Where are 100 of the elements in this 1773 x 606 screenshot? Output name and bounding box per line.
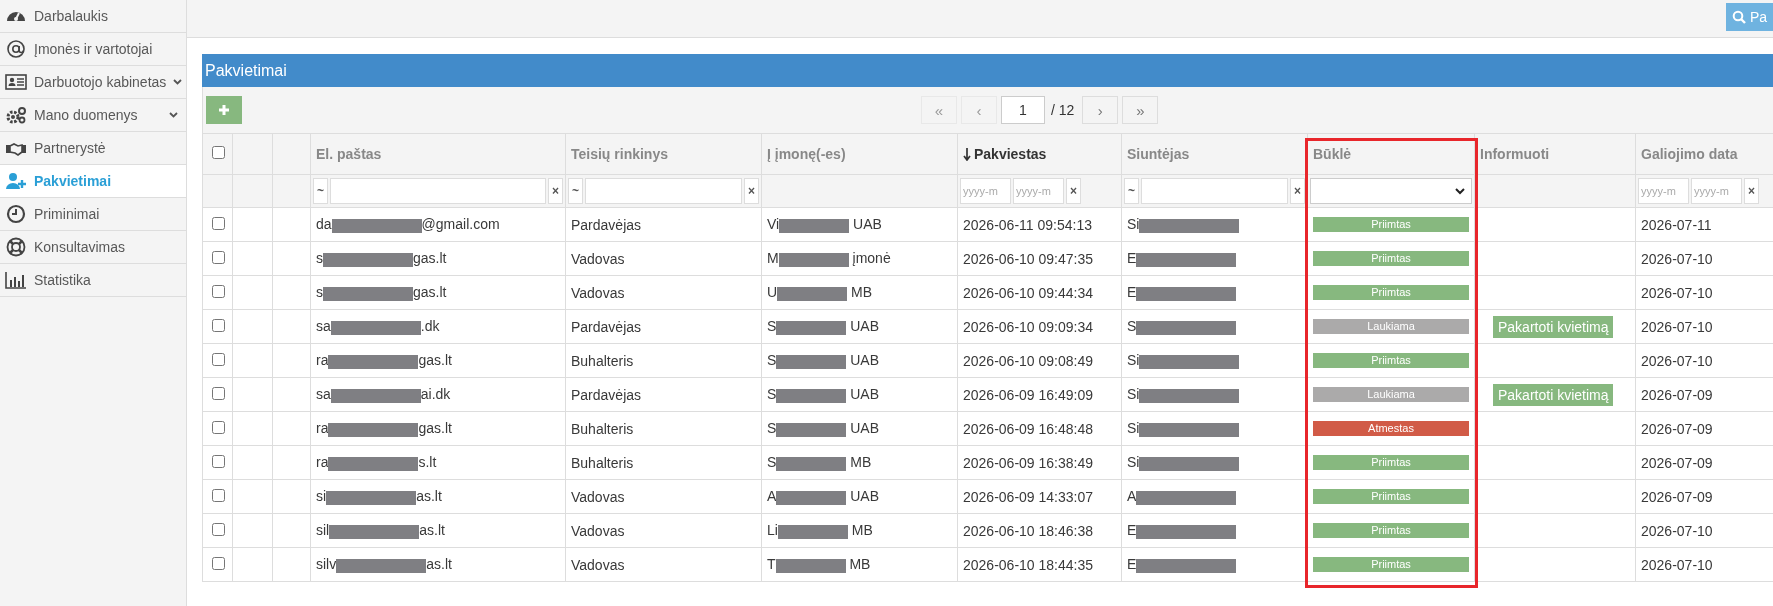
status-badge: Priimtas xyxy=(1313,489,1469,504)
row-checkbox[interactable] xyxy=(212,318,225,332)
redaction-bar xyxy=(778,252,849,267)
role-text: Vadovas xyxy=(571,250,625,267)
page-field[interactable]: 1 xyxy=(1001,96,1045,124)
role-text: Vadovas xyxy=(571,522,625,539)
clear-filter-button[interactable]: × xyxy=(1744,178,1759,204)
sidebar-item[interactable]: Priminimai xyxy=(0,198,186,231)
redaction-bar xyxy=(776,456,847,471)
row-checkbox[interactable] xyxy=(212,556,225,570)
row-checkbox[interactable] xyxy=(212,352,225,366)
role-text: Pardavėjas xyxy=(571,386,642,403)
invited-date: 2026-06-10 18:46:38 xyxy=(963,522,1093,539)
filter-field[interactable] xyxy=(585,178,742,204)
sidebar-item[interactable]: Darbalaukis xyxy=(0,0,186,33)
add-button[interactable] xyxy=(206,96,242,124)
clear-filter-button[interactable]: × xyxy=(744,178,759,204)
date-filter-field[interactable]: yyyy-m xyxy=(1013,178,1064,204)
row-checkbox[interactable] xyxy=(212,250,225,264)
sender-text-start: E xyxy=(1127,284,1137,301)
status-badge: Atmestas xyxy=(1313,421,1469,436)
email-text-start: ra xyxy=(316,454,329,471)
filter-mode-button[interactable]: ~ xyxy=(313,178,328,204)
email-text-start: silv xyxy=(316,556,337,573)
role-text: Pardavėjas xyxy=(571,216,642,233)
filter-mode-button[interactable]: ~ xyxy=(568,178,583,204)
filter-mode-button[interactable]: ~ xyxy=(1124,178,1139,204)
row-checkbox[interactable] xyxy=(212,488,225,502)
role-text: Vadovas xyxy=(571,488,625,505)
company-text-start: S xyxy=(767,352,777,369)
company-text-end: UAB xyxy=(849,352,880,369)
email-text-end: ai.dk xyxy=(420,386,451,403)
clear-filter-button[interactable]: × xyxy=(1066,178,1081,204)
redaction-bar xyxy=(776,490,847,505)
chevron-down-icon xyxy=(1455,187,1465,195)
row-checkbox[interactable] xyxy=(212,454,225,468)
sidebar-item[interactable]: Darbuotojo kabinetas xyxy=(0,66,186,99)
company-text-end: UAB xyxy=(849,420,880,437)
row-checkbox[interactable] xyxy=(212,386,225,400)
expiry-date: 2026-07-11 xyxy=(1641,216,1712,233)
email-text-end: .dk xyxy=(420,318,440,335)
expiry-date: 2026-07-10 xyxy=(1641,318,1713,335)
company-text-start: S xyxy=(767,386,777,403)
sender-text-start: Si xyxy=(1127,216,1140,233)
row-checkbox[interactable] xyxy=(212,420,225,434)
email-text-start: ra xyxy=(316,420,329,437)
email-text-start: si xyxy=(316,488,327,505)
sidebar-item[interactable]: Mano duomenys xyxy=(0,99,186,132)
search-icon xyxy=(1731,9,1746,24)
row-checkbox[interactable] xyxy=(212,216,225,230)
sidebar-item[interactable]: Konsultavimas xyxy=(0,231,186,264)
email-text-end: as.lt xyxy=(416,488,442,505)
row-checkbox[interactable] xyxy=(212,284,225,298)
email-text-end: as.lt xyxy=(419,522,445,539)
sidebar-item[interactable]: Statistika xyxy=(0,264,186,297)
email-text-start: sa xyxy=(316,318,331,335)
pagination-button[interactable]: › xyxy=(1082,96,1119,124)
date-filter-field[interactable]: yyyy-m xyxy=(1638,178,1689,204)
sender-text-start: A xyxy=(1127,488,1137,505)
pagination-button[interactable]: » xyxy=(1122,96,1159,124)
company-text-start: S xyxy=(767,318,777,335)
email-text-end: gas.lt xyxy=(418,420,452,437)
status-badge: Laukiama xyxy=(1313,319,1469,334)
email-text-end: @gmail.com xyxy=(421,216,500,233)
redaction-bar xyxy=(779,218,850,233)
date-filter-field[interactable]: yyyy-m xyxy=(960,178,1011,204)
company-text-end: MB xyxy=(850,522,873,539)
redaction-bar xyxy=(777,524,848,539)
sender-text-start: Si xyxy=(1127,352,1140,369)
status-badge: Priimtas xyxy=(1313,455,1469,470)
company-text-end: UAB xyxy=(849,488,880,505)
expiry-date: 2026-07-10 xyxy=(1641,250,1713,267)
invited-date: 2026-06-09 16:38:49 xyxy=(963,454,1093,471)
clear-filter-button[interactable]: × xyxy=(1290,178,1305,204)
email-text-end: gas.lt xyxy=(413,250,447,267)
sender-text-start: Si xyxy=(1127,386,1140,403)
user-plus-icon xyxy=(5,171,27,191)
select-all-checkbox[interactable] xyxy=(212,146,225,159)
filter-field[interactable] xyxy=(330,178,546,204)
company-text-end: UAB xyxy=(852,216,882,233)
expiry-date: 2026-07-10 xyxy=(1641,352,1713,369)
lifebuoy-icon xyxy=(5,237,27,257)
panel-title: Pakvietimai xyxy=(202,54,1773,87)
page-total: / 12 xyxy=(1051,102,1075,118)
company-text-start: Vi xyxy=(767,216,780,233)
filter-field[interactable] xyxy=(1141,178,1288,204)
clear-filter-button[interactable]: × xyxy=(548,178,563,204)
clock-icon xyxy=(5,204,27,224)
company-text-start: Li xyxy=(767,522,778,539)
invited-date: 2026-06-10 09:09:34 xyxy=(963,318,1093,335)
invited-date: 2026-06-11 09:54:13 xyxy=(963,216,1092,233)
role-text: Vadovas xyxy=(571,556,625,573)
date-filter-field[interactable]: yyyy-m xyxy=(1691,178,1742,204)
sidebar-item[interactable]: Įmonės ir vartotojai xyxy=(0,33,186,66)
company-text-end: MB xyxy=(850,284,872,301)
row-checkbox[interactable] xyxy=(212,522,225,536)
column-header[interactable]: Pakviestas xyxy=(974,146,1047,162)
sender-text-start: E xyxy=(1127,556,1137,573)
company-text-start: M xyxy=(767,250,779,267)
email-text-end: s.lt xyxy=(418,454,437,471)
